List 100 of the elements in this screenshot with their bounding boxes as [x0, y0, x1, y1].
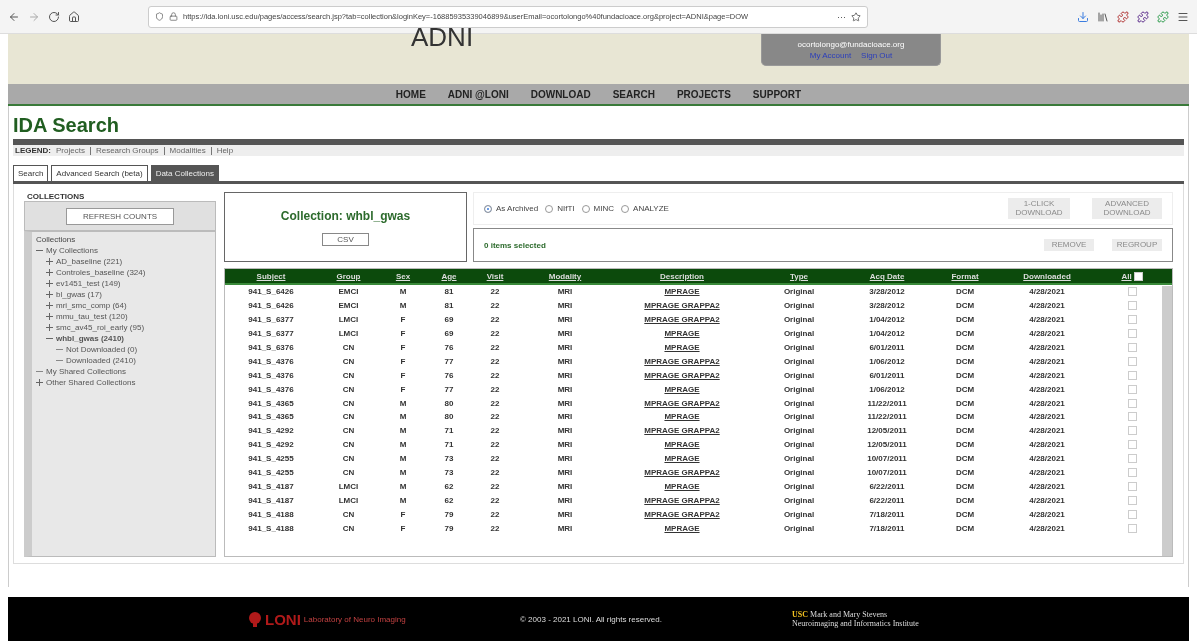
- legend-link[interactable]: Help: [216, 146, 234, 155]
- column-header[interactable]: Sex: [380, 271, 426, 281]
- refresh-button[interactable]: REFRESH COUNTS: [65, 207, 175, 225]
- expand-icon[interactable]: [46, 269, 53, 276]
- description-link[interactable]: MPRAGE: [612, 440, 752, 450]
- puzzle-icon[interactable]: [1157, 10, 1169, 23]
- description-link[interactable]: MPRAGE GRAPPA2: [612, 370, 752, 380]
- tree-item[interactable]: Controles_baseline (324): [56, 268, 146, 277]
- description-link[interactable]: MPRAGE: [612, 343, 752, 352]
- reload-icon[interactable]: [48, 10, 60, 23]
- column-header[interactable]: Subject: [225, 271, 317, 281]
- legend-link[interactable]: Research Groups: [95, 146, 159, 155]
- row-checkbox[interactable]: [1127, 468, 1137, 477]
- description-link[interactable]: MPRAGE GRAPPA2: [612, 468, 752, 477]
- description-link[interactable]: MPRAGE GRAPPA2: [612, 426, 752, 436]
- tab[interactable]: Search: [13, 165, 49, 181]
- row-checkbox[interactable]: [1127, 454, 1137, 464]
- legend-link[interactable]: Projects: [56, 146, 85, 155]
- expand-icon[interactable]: [36, 379, 43, 386]
- row-checkbox[interactable]: [1127, 523, 1137, 533]
- menu-icon[interactable]: [1177, 10, 1189, 23]
- row-checkbox[interactable]: [1127, 301, 1137, 311]
- expand-icon[interactable]: [46, 280, 53, 287]
- puzzle-icon[interactable]: [1137, 10, 1149, 23]
- tree-item[interactable]: mri_smc_comp (64): [56, 301, 127, 310]
- forward-icon[interactable]: [28, 10, 40, 23]
- column-header[interactable]: Type: [752, 271, 846, 281]
- expand-icon[interactable]: [46, 302, 53, 309]
- column-header[interactable]: Visit: [472, 271, 518, 281]
- description-link[interactable]: MPRAGE GRAPPA2: [612, 509, 752, 519]
- tree-item[interactable]: Not Downloaded (0): [66, 345, 138, 354]
- star-icon[interactable]: [851, 11, 861, 22]
- tab[interactable]: Data Collections: [150, 165, 219, 181]
- tree-item[interactable]: mmu_tau_test (120): [56, 312, 128, 321]
- collapse-icon[interactable]: [46, 335, 53, 342]
- column-header[interactable]: All: [1121, 271, 1132, 281]
- tree-item[interactable]: Downloaded (2410): [66, 356, 136, 365]
- expand-icon[interactable]: [46, 291, 53, 298]
- description-link[interactable]: MPRAGE: [612, 329, 752, 339]
- tree-item[interactable]: bl_gwas (17): [56, 290, 102, 299]
- row-checkbox[interactable]: [1127, 412, 1137, 422]
- nav-link[interactable]: PROJECTS: [676, 88, 731, 100]
- back-icon[interactable]: [8, 10, 20, 23]
- column-header[interactable]: Downloaded: [1002, 271, 1092, 281]
- download-icon[interactable]: [1077, 10, 1089, 23]
- library-icon[interactable]: [1097, 10, 1109, 23]
- puzzle-icon[interactable]: [1117, 10, 1129, 23]
- row-checkbox[interactable]: [1127, 287, 1137, 297]
- description-link[interactable]: MPRAGE: [612, 384, 752, 394]
- row-checkbox[interactable]: [1127, 315, 1137, 325]
- nav-link[interactable]: HOME: [395, 88, 426, 100]
- select-all-checkbox[interactable]: [1133, 271, 1143, 281]
- nav-link[interactable]: DOWNLOAD: [530, 88, 591, 100]
- radio-button[interactable]: [581, 204, 590, 213]
- row-checkbox[interactable]: [1127, 370, 1137, 380]
- row-checkbox[interactable]: [1127, 398, 1137, 408]
- nav-link[interactable]: SUPPORT: [752, 88, 802, 100]
- more-button[interactable]: ···: [837, 11, 846, 22]
- expand-icon[interactable]: [46, 324, 53, 331]
- description-link[interactable]: MPRAGE: [612, 523, 752, 533]
- description-link[interactable]: MPRAGE GRAPPA2: [612, 301, 752, 311]
- description-link[interactable]: MPRAGE: [612, 481, 752, 491]
- description-link[interactable]: MPRAGE: [612, 287, 752, 297]
- tree-item[interactable]: Other Shared Collections: [46, 378, 136, 387]
- nav-link[interactable]: ADNI @LONI: [447, 88, 509, 100]
- row-checkbox[interactable]: [1127, 426, 1137, 436]
- description-link[interactable]: MPRAGE: [612, 412, 752, 422]
- tab[interactable]: Advanced Search (beta): [51, 165, 148, 181]
- row-checkbox[interactable]: [1127, 509, 1137, 519]
- description-link[interactable]: MPRAGE GRAPPA2: [612, 315, 752, 325]
- description-link[interactable]: MPRAGE GRAPPA2: [612, 495, 752, 505]
- scrollbar[interactable]: [1162, 286, 1172, 556]
- column-header[interactable]: Age: [426, 271, 472, 281]
- row-checkbox[interactable]: [1127, 384, 1137, 394]
- home-icon[interactable]: [68, 10, 80, 23]
- tree-item[interactable]: ev1451_test (149): [56, 279, 121, 288]
- collapse-icon[interactable]: [36, 247, 43, 254]
- expand-icon[interactable]: [46, 313, 53, 320]
- tree-item[interactable]: smc_av45_roi_early (95): [56, 323, 145, 332]
- description-link[interactable]: MPRAGE GRAPPA2: [612, 398, 752, 408]
- csv-button[interactable]: CSV: [322, 232, 369, 246]
- column-header[interactable]: Group: [317, 271, 380, 281]
- column-header[interactable]: Format: [928, 271, 1002, 281]
- nav-link[interactable]: SEARCH: [612, 88, 655, 100]
- tree-item[interactable]: whbl_gwas (2410): [56, 334, 125, 343]
- description-link[interactable]: MPRAGE GRAPPA2: [612, 356, 752, 366]
- column-header[interactable]: Acq Date: [846, 271, 928, 281]
- description-link[interactable]: MPRAGE: [612, 454, 752, 464]
- column-header[interactable]: Modality: [518, 271, 612, 281]
- column-header[interactable]: Description: [612, 271, 752, 281]
- row-checkbox[interactable]: [1127, 440, 1137, 450]
- radio-button[interactable]: [484, 204, 492, 213]
- radio-button[interactable]: [621, 204, 630, 213]
- tree-item[interactable]: My Shared Collections: [46, 367, 127, 376]
- row-checkbox[interactable]: [1127, 495, 1137, 505]
- row-checkbox[interactable]: [1127, 356, 1137, 366]
- tree-item[interactable]: AD_baseline (221): [56, 257, 123, 266]
- tree-item[interactable]: My Collections: [46, 246, 98, 255]
- legend-link[interactable]: Modalities: [169, 146, 206, 155]
- row-checkbox[interactable]: [1127, 329, 1137, 339]
